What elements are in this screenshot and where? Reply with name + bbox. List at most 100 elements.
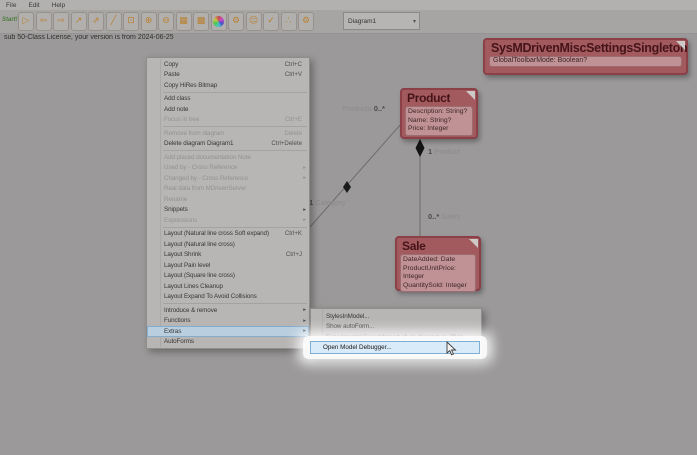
toolbar-buttons: ▷ ⇦ ⇨ ↗ ⇗ ╱ ⊡ ⊕ ⊖ ▦ ▩ ⚙ ☺ ✓ ∴ ⚙	[18, 12, 314, 31]
zoom-out-button[interactable]: ⊖	[158, 12, 174, 31]
start-label[interactable]: Start!	[2, 17, 18, 23]
attribute: Price: Integer	[408, 125, 470, 134]
diagram-selector-value: Diagram1	[344, 18, 413, 25]
context-menu: CopyCtrl+C PasteCtrl+V Copy HiRes Bitmap…	[146, 57, 310, 349]
menu-separator	[163, 126, 307, 127]
grid-edit-button[interactable]: ▩	[193, 12, 209, 31]
menu-item-layout-square[interactable]: Layout (Square line cross)	[147, 271, 309, 282]
go-to-referred-button[interactable]: ↗	[71, 12, 87, 31]
view-screen-button[interactable]: ⊡	[123, 12, 139, 31]
attribute: Description: String?	[408, 108, 470, 117]
grid-icon: ▦	[179, 17, 188, 26]
menu-item-layout-pain-level[interactable]: Layout Pain level	[147, 260, 309, 271]
draw-association-button[interactable]: ╱	[106, 12, 122, 31]
menu-item-layout-expand-avoid-collisions[interactable]: Layout Expand To Avoid Collisions	[147, 292, 309, 303]
class-sysmdriven-misc-settings-singleton[interactable]: SysMDrivenMiscSettingsSingleton GlobalTo…	[483, 38, 688, 75]
arrow-right-icon: ⇨	[57, 17, 65, 26]
forward-button[interactable]: ⇨	[53, 12, 69, 31]
association-label-product: 1 Product	[428, 147, 460, 156]
submenu-item-show-autoform[interactable]: Show autoForm...	[311, 322, 481, 333]
menu-item-introduce-and-remove[interactable]: Introduce & remove▸	[147, 305, 309, 316]
menu-item-used-by-cross-reference: Used by - Cross Reference▸	[147, 163, 309, 174]
menu-separator	[163, 227, 307, 228]
nodes-button[interactable]: ∴	[281, 12, 297, 31]
tutorial-spotlight: Open Model Debugger...	[303, 336, 487, 359]
menu-item-remove-from-diagram: Remove from diagramDelete	[147, 128, 309, 139]
menu-item-extras[interactable]: Extras▸	[147, 326, 309, 337]
menu-item-functions[interactable]: Functions▸	[147, 316, 309, 327]
association-label-sales: 0..* Sales	[428, 212, 460, 221]
gears-icon: ⚙	[232, 17, 240, 26]
add-user-button[interactable]: ☺	[246, 12, 262, 31]
chevron-down-icon: ▾	[413, 18, 419, 25]
attribute: GlobalToolbarMode: Boolean?	[493, 57, 678, 66]
menu-item-add-placed-documentation-note: Add placed documentation Note	[147, 152, 309, 163]
class-title: Product	[402, 90, 476, 106]
menu-item-delete-diagram[interactable]: Delete diagram Diagram1Ctrl+Delete	[147, 139, 309, 150]
class-attributes: DateAdded: Date ProductUnitPrice: Intege…	[400, 254, 476, 292]
class-attributes: GlobalToolbarMode: Boolean?	[489, 56, 682, 67]
menu-item-layout-natural[interactable]: Layout (Natural line cross)	[147, 239, 309, 250]
class-title: Sale	[397, 238, 479, 254]
composition-diamond-product	[416, 139, 425, 157]
zoom-in-button[interactable]: ⊕	[141, 12, 157, 31]
diagonal-line-icon: ╱	[111, 17, 116, 26]
gear-icon: ⚙	[302, 17, 310, 26]
back-button[interactable]: ⇦	[36, 12, 52, 31]
color-wheel-icon	[213, 16, 224, 27]
menu-item-add-note[interactable]: Add note	[147, 104, 309, 115]
grid-button[interactable]: ▦	[176, 12, 192, 31]
menu-separator	[163, 92, 307, 93]
toolbar: Start! ▷ ⇦ ⇨ ↗ ⇗ ╱ ⊡ ⊕ ⊖ ▦ ▩ ⚙ ☺ ✓ ∴ ⚙ D…	[0, 10, 697, 34]
attribute: ProductUnitPrice: Integer	[403, 265, 473, 282]
menu-item-copy-hires-bitmap[interactable]: Copy HiRes Bitmap	[147, 80, 309, 91]
go-to-link-button[interactable]: ⇗	[88, 12, 104, 31]
menu-item-real-data-from-mdrivenserver: Real data from MDrivenServer	[147, 184, 309, 195]
user-icon: ☺	[249, 17, 258, 26]
menu-item-expressions: Expressions▸	[147, 215, 309, 226]
menu-item-autoforms[interactable]: AutoForms▸	[147, 337, 309, 348]
submenu-arrow-icon: ▸	[303, 217, 306, 223]
zoom-out-icon: ⊖	[162, 17, 170, 26]
menu-item-layout-shrink[interactable]: Layout ShrinkCtrl+J	[147, 250, 309, 261]
color-wheel-button[interactable]	[211, 12, 227, 31]
menu-file[interactable]: File	[0, 2, 22, 9]
arrow-up-right-alt-icon: ⇗	[92, 17, 100, 26]
menu-item-paste[interactable]: PasteCtrl+V	[147, 70, 309, 81]
menu-item-layout-natural-soft-expand[interactable]: Layout (Natural line cross Soft expand)C…	[147, 229, 309, 240]
license-notice: sub 50-Class License, your version is fr…	[4, 34, 174, 41]
class-title: SysMDrivenMiscSettingsSingleton	[485, 40, 686, 56]
menu-item-add-class[interactable]: Add class	[147, 94, 309, 105]
menu-help[interactable]: Help	[46, 2, 71, 9]
association-label-products: Products 0..*	[342, 104, 385, 113]
arrow-up-right-icon: ↗	[75, 17, 83, 26]
monitor-icon: ⊡	[127, 17, 135, 26]
menu-item-changed-by-cross-reference: Changed by - Cross Reference▸	[147, 173, 309, 184]
submenu-arrow-icon: ▸	[303, 307, 306, 313]
menu-item-copy[interactable]: CopyCtrl+C	[147, 59, 309, 70]
menu-item-focus-in-tree: Focus in treeCtrl+E	[147, 115, 309, 126]
class-product[interactable]: Product Description: String? Name: Strin…	[400, 88, 478, 139]
submenu-item-stylesinmodel[interactable]: StylesInModel...	[311, 311, 481, 322]
submenu-arrow-icon: ▸	[303, 207, 306, 213]
menu-item-snippets[interactable]: Snippets▸	[147, 205, 309, 216]
validate-button[interactable]: ✓	[263, 12, 279, 31]
association-label-category: 1 Category	[309, 198, 346, 207]
menu-separator	[163, 303, 307, 304]
gears-button[interactable]: ⚙	[228, 12, 244, 31]
attribute: QuantitySold: Integer	[403, 282, 473, 291]
settings-button[interactable]: ⚙	[298, 12, 314, 31]
submenu-arrow-icon: ▸	[303, 165, 306, 171]
menu-item-layout-lines-cleanup[interactable]: Layout Lines Cleanup	[147, 281, 309, 292]
run-button[interactable]: ▷	[18, 12, 34, 31]
attribute: DateAdded: Date	[403, 256, 473, 265]
diagram-selector[interactable]: Diagram1 ▾	[343, 12, 420, 30]
class-sale[interactable]: Sale DateAdded: Date ProductUnitPrice: I…	[395, 236, 481, 291]
menu-edit[interactable]: Edit	[22, 2, 45, 9]
network-nodes-icon: ∴	[286, 17, 292, 26]
composition-diamond-category	[343, 181, 351, 193]
submenu-arrow-icon: ▸	[303, 175, 306, 181]
menu-separator	[163, 150, 307, 151]
submenu-arrow-icon: ▸	[303, 318, 306, 324]
zoom-in-icon: ⊕	[145, 17, 153, 26]
